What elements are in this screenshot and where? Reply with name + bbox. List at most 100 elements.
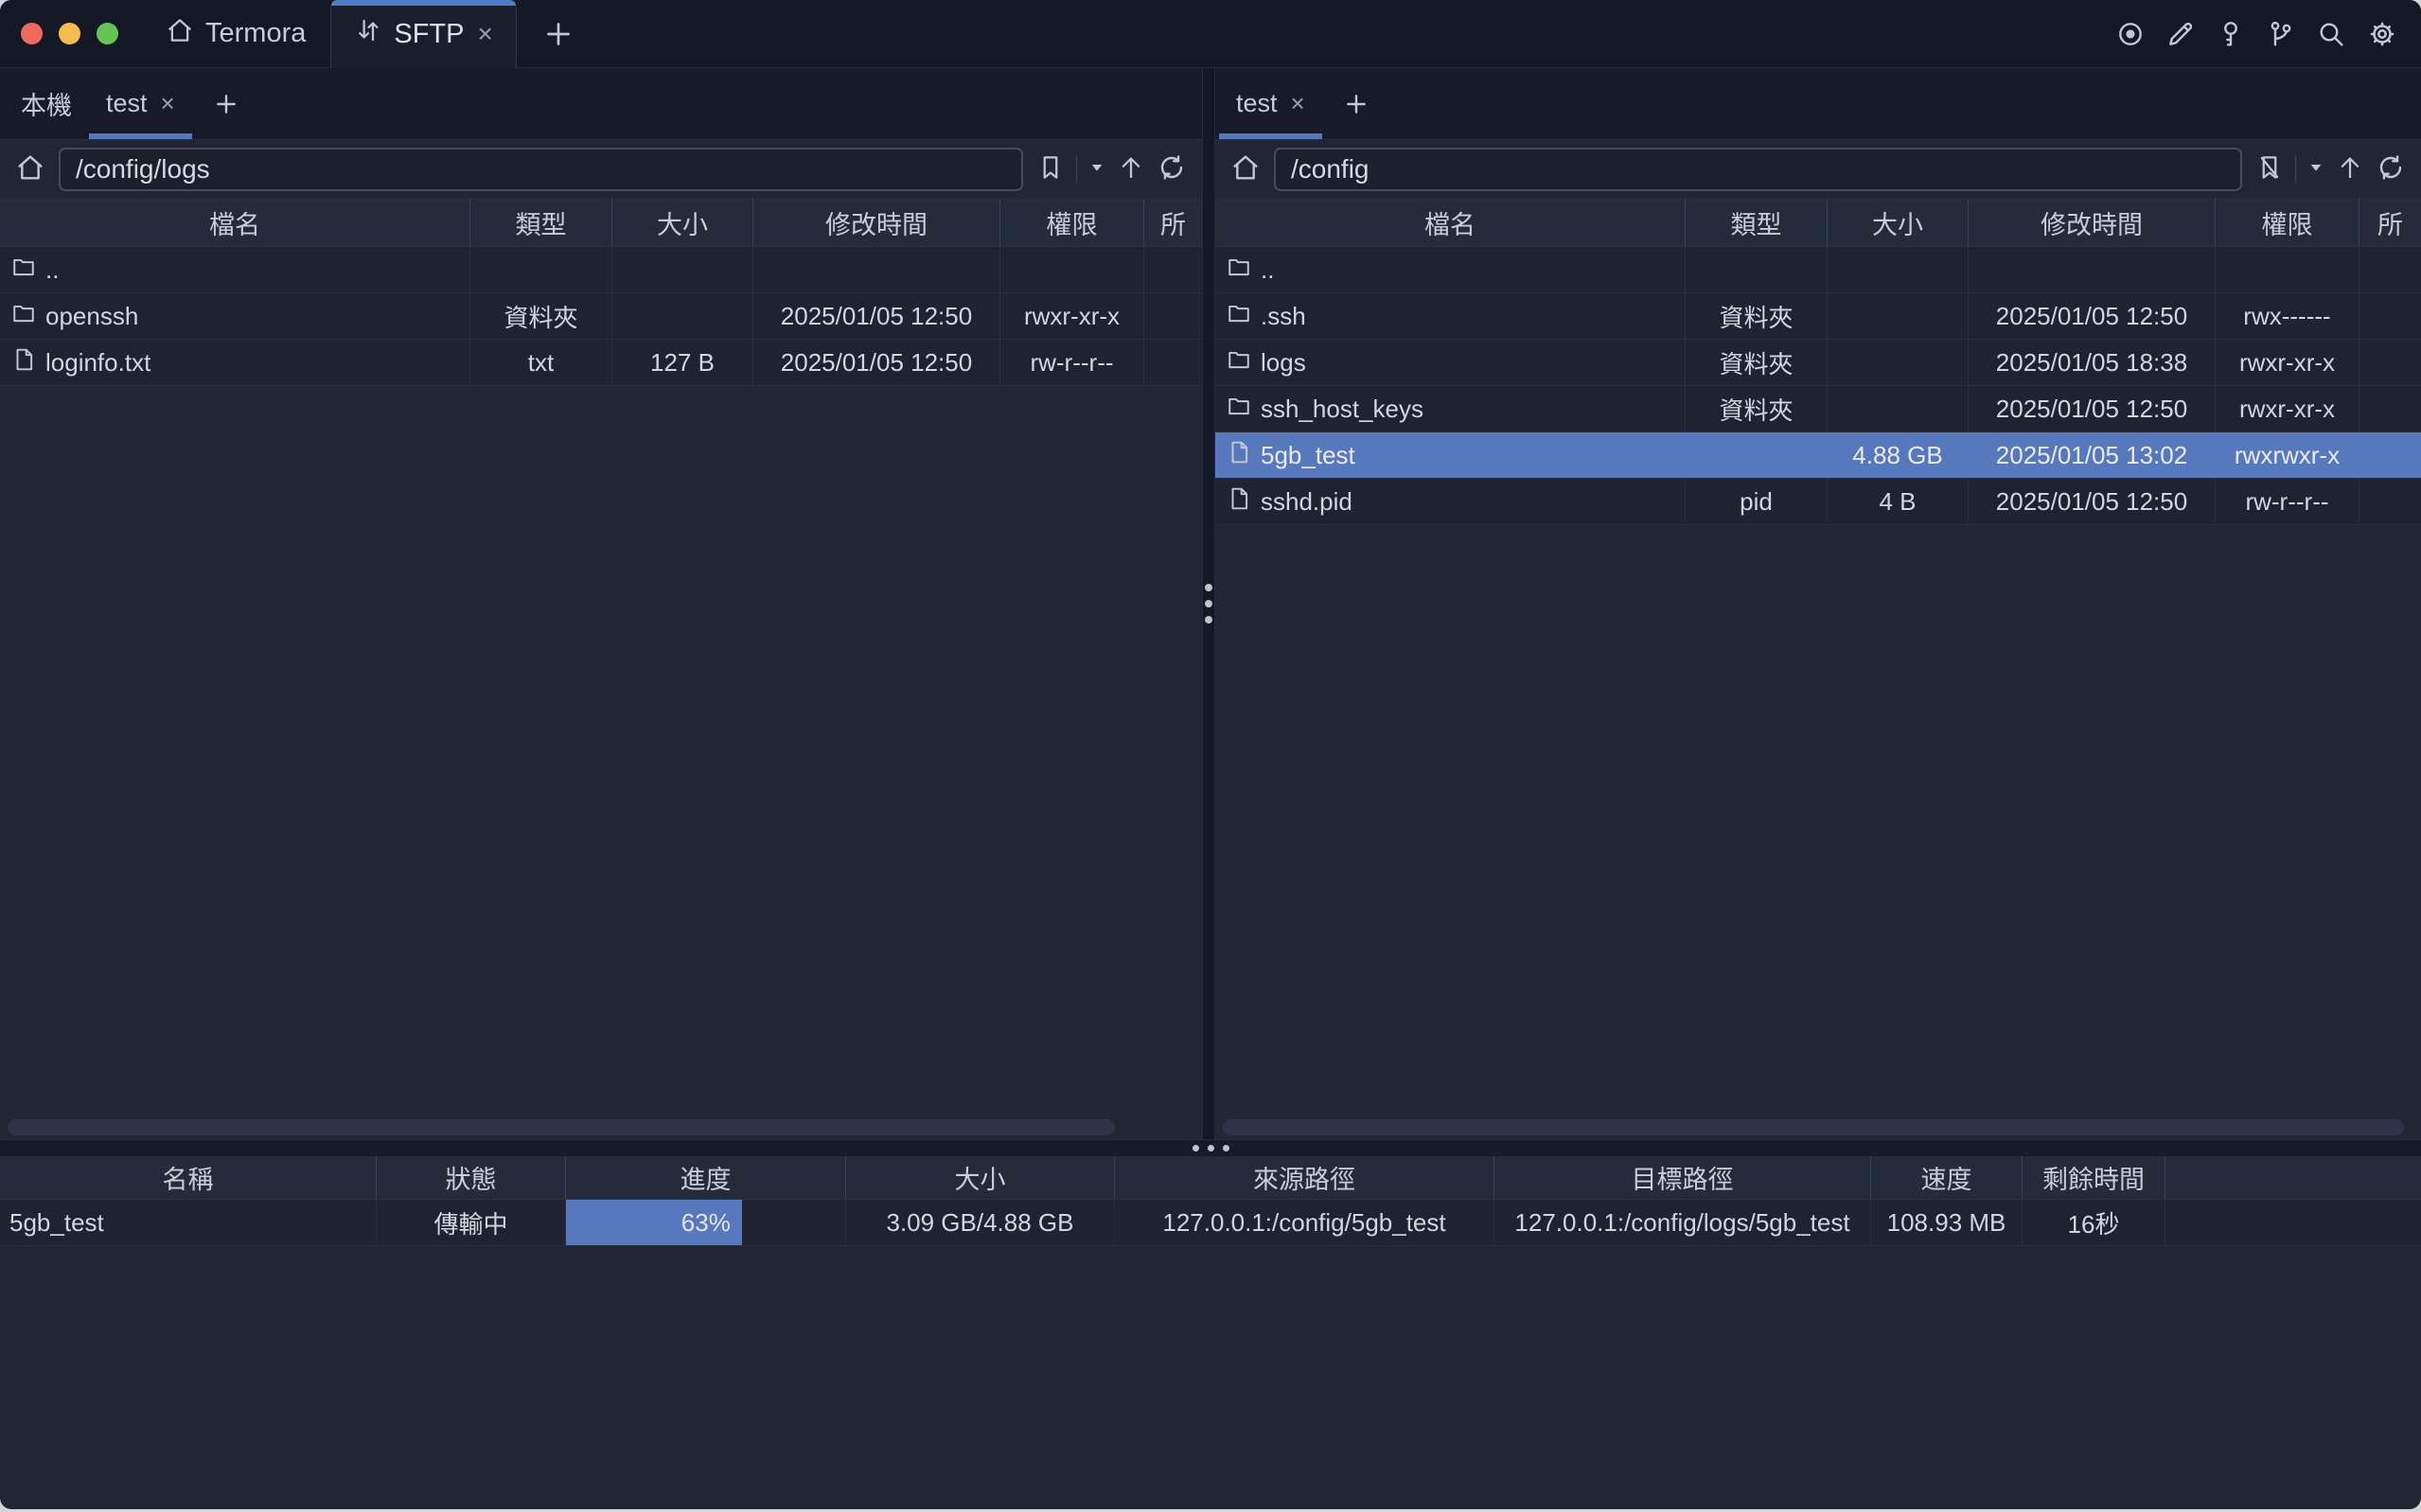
traffic-lights (0, 0, 141, 67)
right-tab-test[interactable]: test × (1219, 68, 1322, 139)
transfer-progress-cell: 63% (566, 1200, 846, 1245)
termora-window: Termora SFTP × (0, 0, 2421, 1509)
right-path-bar (1215, 140, 2421, 199)
column-header-blank (2165, 1156, 2421, 1199)
bookmark-slash-icon[interactable] (2255, 153, 2284, 186)
home-icon[interactable] (15, 152, 45, 187)
column-header-source[interactable]: 來源路徑 (1115, 1156, 1494, 1199)
table-row[interactable]: ssh_host_keys 資料夾 2025/01/05 12:50 rwxr-… (1215, 386, 2421, 432)
new-main-tab-button[interactable] (517, 0, 600, 67)
branch-icon[interactable] (2266, 19, 2296, 49)
column-header-speed[interactable]: 速度 (1871, 1156, 2023, 1199)
left-new-tab-button[interactable] (192, 68, 260, 139)
table-row[interactable]: .. (1215, 247, 2421, 293)
left-tab-local[interactable]: 本機 (4, 68, 89, 139)
minimize-window-button[interactable] (59, 23, 80, 44)
left-path-bar (0, 140, 1202, 199)
column-header-mtime[interactable]: 修改時間 (753, 199, 1000, 246)
scrollbar-thumb[interactable] (1223, 1119, 2404, 1135)
left-tab-test-close-icon[interactable]: × (161, 89, 175, 118)
right-tab-test-close-icon[interactable]: × (1291, 89, 1305, 118)
column-header-owner[interactable]: 所 (2359, 199, 2421, 246)
tab-sftp-label: SFTP (394, 19, 464, 50)
right-horizontal-scrollbar (1215, 1118, 2421, 1137)
left-pane-tabs: 本機 test × (0, 68, 1202, 140)
parent-directory-icon[interactable] (1117, 153, 1145, 186)
left-file-area[interactable] (0, 386, 1202, 1139)
tab-termora-label: Termora (205, 18, 306, 49)
column-header-status[interactable]: 狀態 (377, 1156, 566, 1199)
column-header-size[interactable]: 大小 (1828, 199, 1969, 246)
table-row[interactable]: sshd.pid pid 4 B 2025/01/05 12:50 rw-r--… (1215, 479, 2421, 525)
progress-bar: 63% (566, 1200, 742, 1245)
sftp-panes: 本機 test × (0, 68, 2421, 1139)
transfer-eta: 16秒 (2023, 1200, 2165, 1245)
transfer-source-path: 127.0.0.1:/config/5gb_test (1115, 1200, 1494, 1245)
column-header-perm[interactable]: 權限 (2216, 199, 2359, 246)
transfer-size: 3.09 GB/4.88 GB (846, 1200, 1115, 1245)
left-tab-test[interactable]: test × (89, 68, 192, 139)
right-path-actions (2255, 152, 2406, 187)
table-row[interactable]: .. (0, 247, 1202, 293)
column-header-type[interactable]: 類型 (470, 199, 612, 246)
right-pane: test × (1215, 68, 2421, 1139)
table-row[interactable]: openssh 資料夾 2025/01/05 12:50 rwxr-xr-x (0, 293, 1202, 340)
left-file-table-header: 檔名 類型 大小 修改時間 權限 所 (0, 199, 1202, 247)
tab-sftp[interactable]: SFTP × (330, 0, 516, 68)
divider (1076, 155, 1077, 184)
chevron-down-icon[interactable] (2307, 159, 2324, 181)
left-path-input[interactable] (59, 148, 1023, 191)
bookmark-icon[interactable] (1036, 153, 1065, 186)
transfer-row[interactable]: 5gb_test 傳輸中 63% 3.09 GB/4.88 GB 127.0.0… (0, 1200, 2421, 1246)
table-row-selected[interactable]: 5gb_test 4.88 GB 2025/01/05 13:02 rwxrwx… (1215, 432, 2421, 479)
transfers-splitter-handle[interactable] (0, 1139, 2421, 1156)
chevron-down-icon[interactable] (1088, 159, 1105, 181)
search-icon[interactable] (2316, 19, 2346, 49)
right-file-area[interactable] (1215, 525, 2421, 1139)
zoom-window-button[interactable] (97, 23, 118, 44)
tab-sftp-close-icon[interactable]: × (475, 19, 494, 49)
column-header-size[interactable]: 大小 (612, 199, 753, 246)
column-header-progress[interactable]: 進度 (566, 1156, 846, 1199)
scrollbar-thumb[interactable] (8, 1119, 1115, 1135)
refresh-icon[interactable] (1157, 152, 1187, 187)
record-icon[interactable] (2115, 19, 2146, 49)
transfer-speed: 108.93 MB (1871, 1200, 2023, 1245)
column-header-owner[interactable]: 所 (1144, 199, 1202, 246)
divider (2295, 155, 2296, 184)
folder-icon (1227, 394, 1251, 425)
folder-icon (1227, 347, 1251, 378)
transfers-section: 名稱 狀態 進度 大小 來源路徑 目標路徑 速度 剩餘時間 5gb_test 傳… (0, 1139, 2421, 1492)
file-icon (1227, 440, 1251, 471)
table-row[interactable]: loginfo.txt txt 127 B 2025/01/05 12:50 r… (0, 340, 1202, 386)
column-header-perm[interactable]: 權限 (1000, 199, 1144, 246)
home-icon[interactable] (1230, 152, 1261, 187)
settings-icon[interactable] (2366, 18, 2398, 50)
file-icon (11, 347, 36, 378)
column-header-name[interactable]: 檔名 (0, 199, 470, 246)
column-header-eta[interactable]: 剩餘時間 (2023, 1156, 2165, 1199)
right-new-tab-button[interactable] (1322, 68, 1390, 139)
tab-termora[interactable]: Termora (141, 0, 330, 67)
folder-icon (1227, 255, 1251, 286)
right-file-table-header: 檔名 類型 大小 修改時間 權限 所 (1215, 199, 2421, 247)
transfer-list-area[interactable] (0, 1246, 2421, 1492)
column-header-type[interactable]: 類型 (1686, 199, 1828, 246)
close-window-button[interactable] (21, 23, 43, 44)
column-header-mtime[interactable]: 修改時間 (1969, 199, 2216, 246)
left-horizontal-scrollbar (0, 1118, 1202, 1137)
column-header-target[interactable]: 目標路徑 (1494, 1156, 1871, 1199)
pane-splitter-handle[interactable] (1202, 68, 1215, 1139)
edit-icon[interactable] (2165, 19, 2196, 49)
table-row[interactable]: logs 資料夾 2025/01/05 18:38 rwxr-xr-x (1215, 340, 2421, 386)
column-header-name[interactable]: 檔名 (1215, 199, 1686, 246)
folder-icon (1227, 301, 1251, 332)
right-path-input[interactable] (1274, 148, 2242, 191)
refresh-icon[interactable] (2376, 152, 2406, 187)
key-icon[interactable] (2216, 19, 2246, 49)
column-header-size[interactable]: 大小 (846, 1156, 1115, 1199)
table-row[interactable]: .ssh 資料夾 2025/01/05 12:50 rwx------ (1215, 293, 2421, 340)
parent-directory-icon[interactable] (2336, 153, 2364, 186)
transfer-table-header: 名稱 狀態 進度 大小 來源路徑 目標路徑 速度 剩餘時間 (0, 1156, 2421, 1200)
column-header-name[interactable]: 名稱 (0, 1156, 377, 1199)
